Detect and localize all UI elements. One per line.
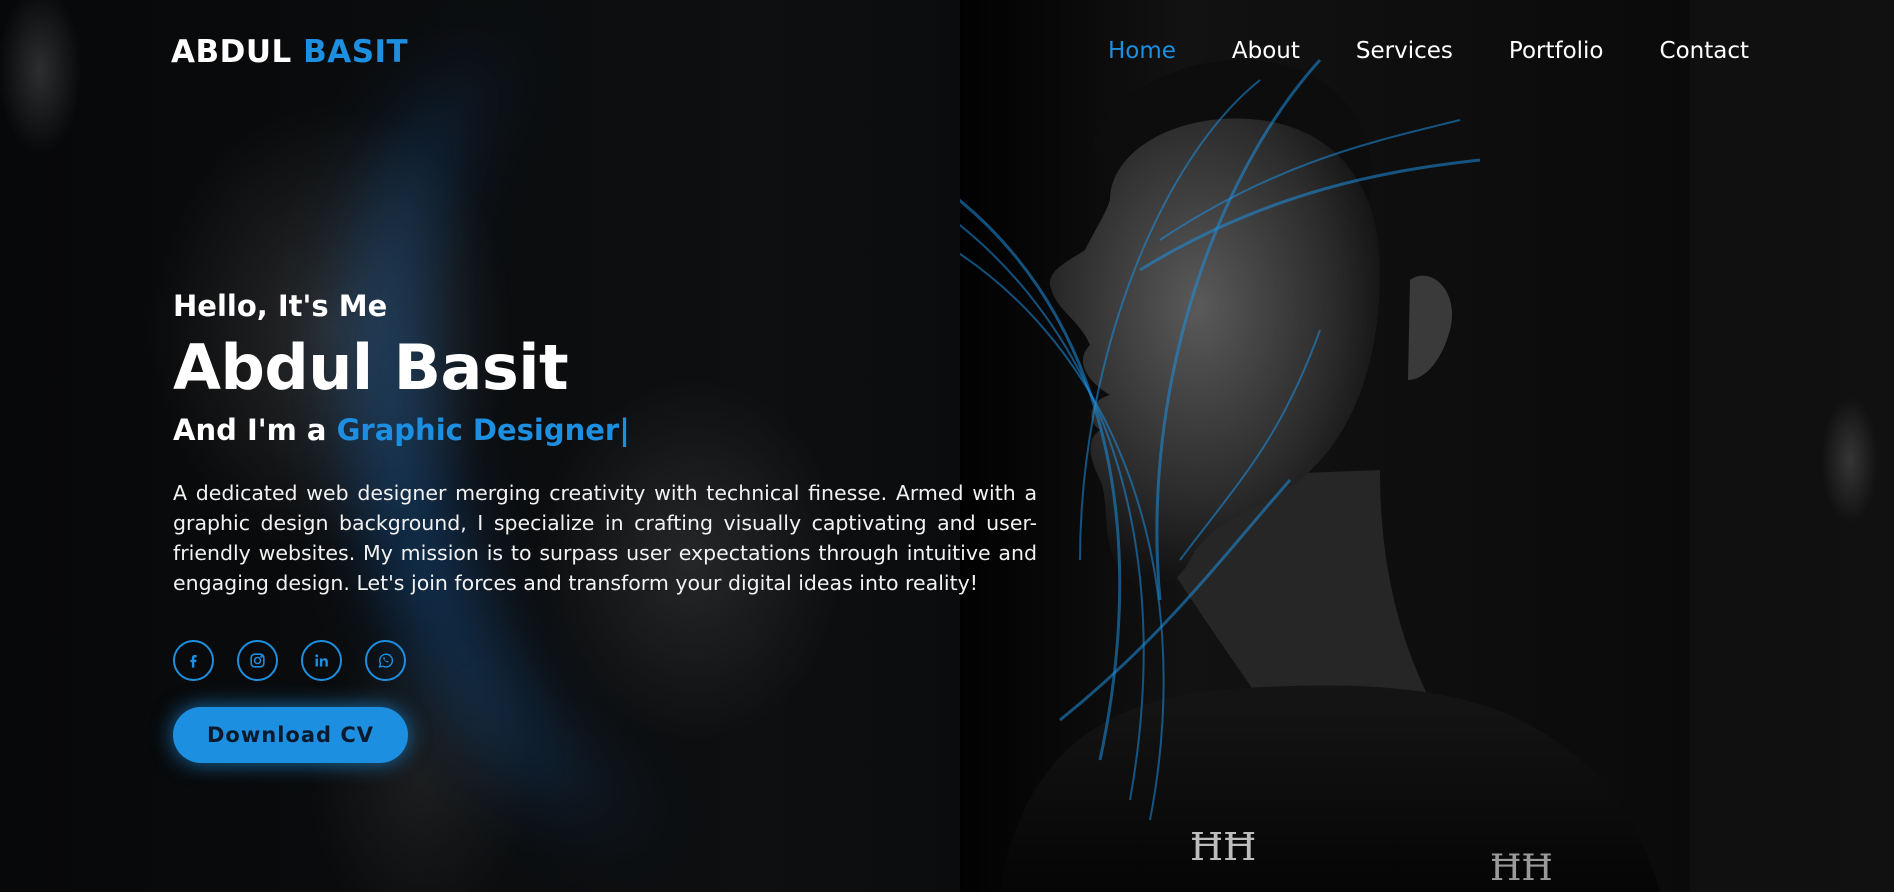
site-logo[interactable]: ABDUL BASIT: [171, 34, 408, 70]
whatsapp-link[interactable]: [365, 640, 406, 681]
linkedin-icon: [315, 654, 328, 667]
role-prefix: And I'm a: [173, 413, 327, 447]
linkedin-link[interactable]: [301, 640, 342, 681]
instagram-icon: [250, 653, 265, 668]
hero-name: Abdul Basit: [173, 331, 569, 404]
instagram-link[interactable]: [237, 640, 278, 681]
social-links: [173, 640, 1037, 681]
download-cv-button[interactable]: Download CV: [173, 707, 408, 763]
nav-services[interactable]: Services: [1356, 38, 1453, 64]
nav-about[interactable]: About: [1232, 38, 1300, 64]
logo-last: BASIT: [303, 34, 409, 70]
hero-role: And I'm a Graphic Designer|: [173, 408, 1037, 452]
nav-portfolio[interactable]: Portfolio: [1509, 38, 1604, 64]
svg-text:ĦĦ: ĦĦ: [1490, 848, 1553, 889]
svg-text:ĦĦ: ĦĦ: [1190, 825, 1256, 869]
nav-contact[interactable]: Contact: [1660, 38, 1749, 64]
site-header: ABDUL BASIT Home About Services Portfoli…: [0, 0, 1894, 104]
facebook-icon: [190, 654, 197, 668]
hero-description: A dedicated web designer merging creativ…: [173, 481, 1037, 595]
typing-cursor: |: [619, 413, 630, 447]
nav-home[interactable]: Home: [1108, 38, 1176, 64]
main-nav: Home About Services Portfolio Contact: [1052, 38, 1749, 64]
hero-greeting: Hello, It's Me: [173, 289, 388, 323]
whatsapp-icon: [378, 653, 394, 668]
role-typed: Graphic Designer: [336, 413, 620, 447]
logo-first: ABDUL: [171, 34, 292, 70]
portrait-image: ĦĦ ĦĦ: [960, 58, 1660, 892]
hero-section: Hello, It's Me Abdul Basit And I'm a Gra…: [173, 284, 1037, 763]
facebook-link[interactable]: [173, 640, 214, 681]
